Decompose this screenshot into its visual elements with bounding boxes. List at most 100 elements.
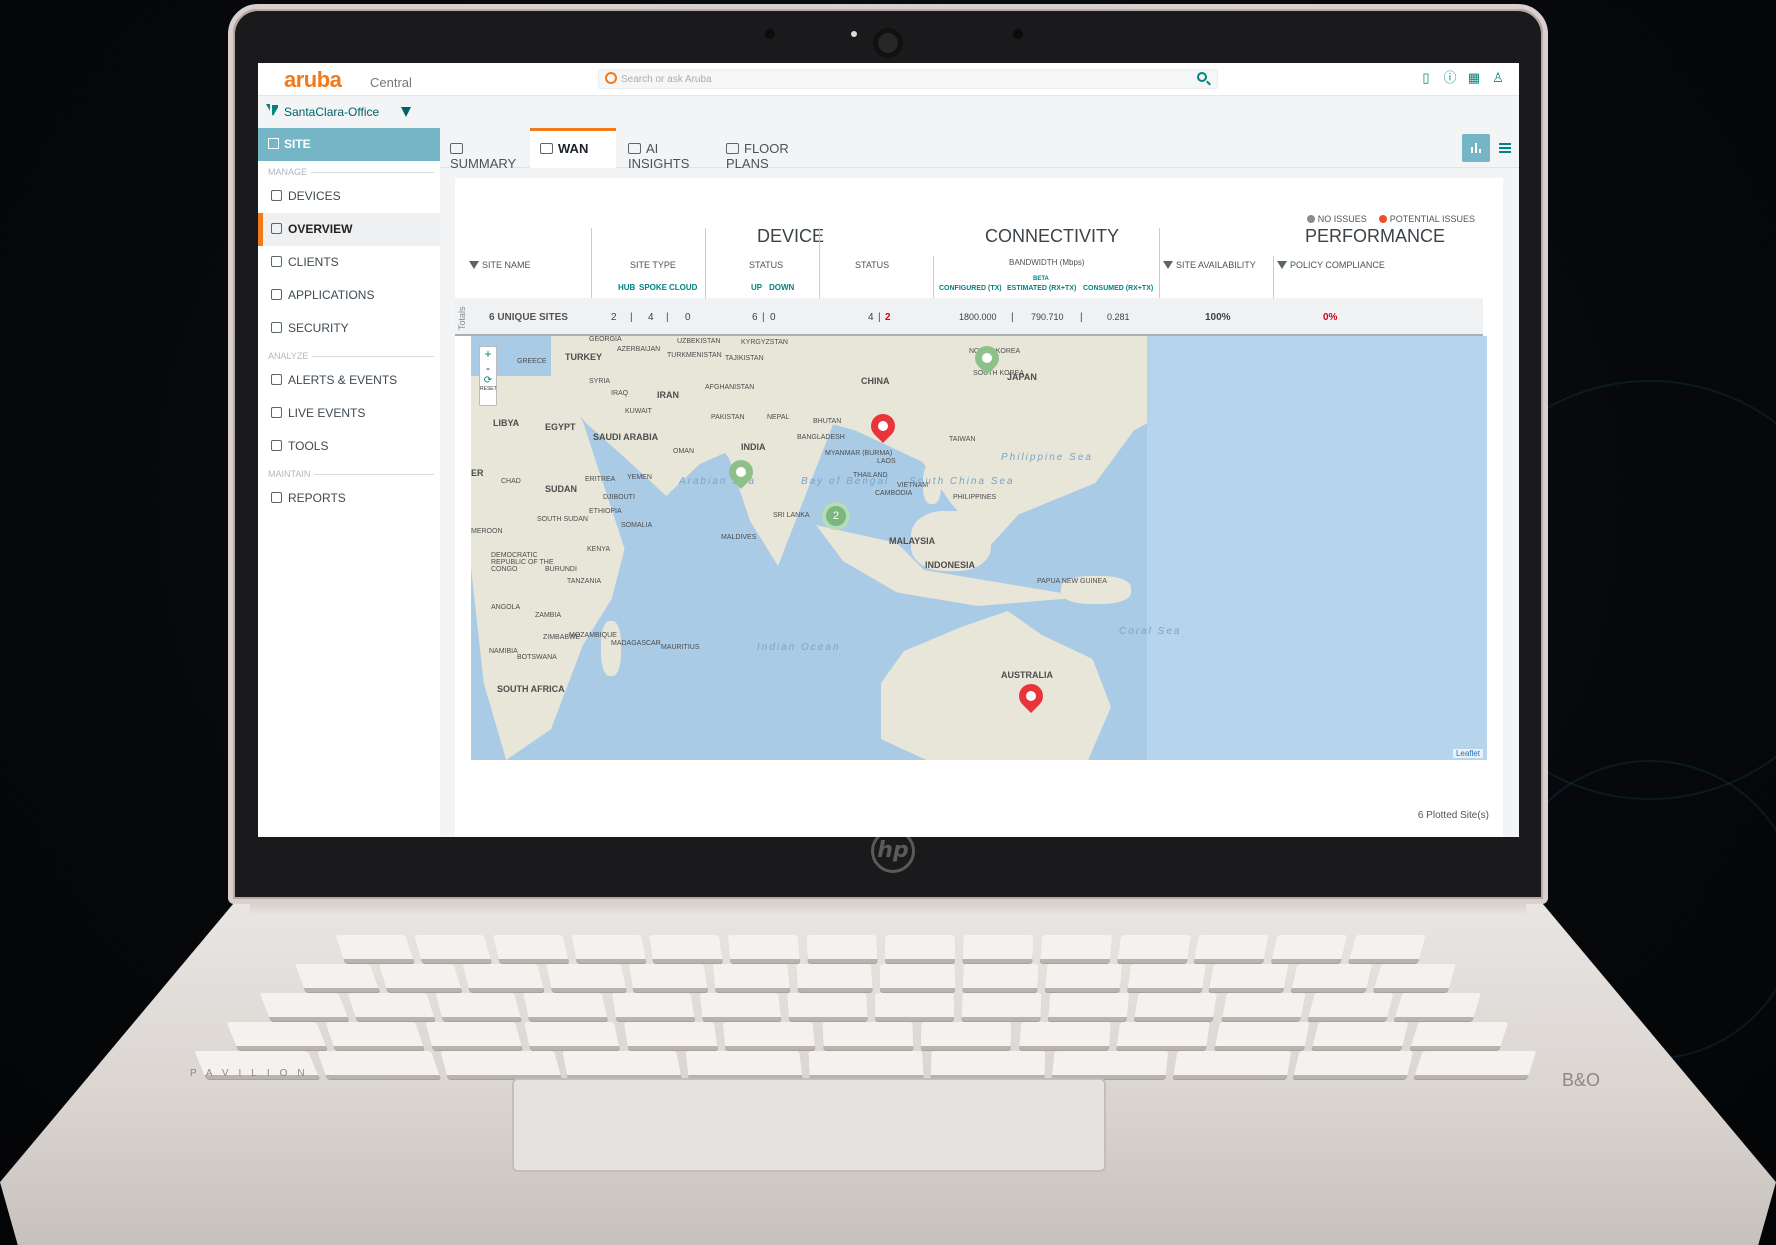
map-label-japan: JAPAN <box>1007 372 1037 382</box>
map-label-philippines: PHILIPPINES <box>953 494 997 501</box>
map-label-djibouti: DJIBOUTI <box>603 494 635 501</box>
filter-icon[interactable] <box>469 261 479 269</box>
search-input[interactable]: Search or ask Aruba <box>598 69 1218 89</box>
sidebar-item-live-events[interactable]: LIVE EVENTS <box>258 397 440 430</box>
site-map[interactable]: TURKEY GREECE GEORGIA AZERBAIJAN TURKMENISTA… <box>471 336 1487 760</box>
total-separator: | <box>1080 312 1083 323</box>
header-device-status[interactable]: STATUS <box>749 260 783 270</box>
map-label-mauritius: MAURITIUS <box>661 644 700 651</box>
app-screen: aruba Central Search or ask Aruba ▯ ⓘ ▦ … <box>258 63 1519 837</box>
chevron-down-icon[interactable] <box>401 107 411 117</box>
map-label-tajikistan: TAJIKISTAN <box>725 355 764 362</box>
sidebar-item-label: OVERVIEW <box>288 222 353 236</box>
tab-summary[interactable]: SUMMARY <box>440 128 528 171</box>
site-cluster-marker[interactable]: 2 <box>822 502 850 530</box>
map-label-uzbekistan: UZBEKISTAN <box>677 338 721 345</box>
header-site-availability[interactable]: SITE AVAILABILITY <box>1163 260 1256 270</box>
status-legend: NO ISSUES POTENTIAL ISSUES <box>1307 214 1475 224</box>
filter-icon[interactable] <box>1277 261 1287 269</box>
map-label-iran: IRAN <box>657 390 679 400</box>
total-conn-issue[interactable]: 2 <box>885 312 891 323</box>
filter-icon[interactable] <box>1163 261 1173 269</box>
map-label-azerbaijan: AZERBAIJAN <box>617 346 661 353</box>
map-label-libya: LIBYA <box>493 418 520 428</box>
total-hub[interactable]: 2 <box>611 312 617 323</box>
help-icon[interactable]: ⓘ <box>1443 71 1457 85</box>
sidebar-item-clients[interactable]: CLIENTS <box>258 246 440 279</box>
header-site-name[interactable]: SITE NAME <box>469 260 531 270</box>
map-label-myanmar: MYANMAR (BURMA) <box>825 450 893 457</box>
total-compliance[interactable]: 0% <box>1323 312 1337 323</box>
tab-wan[interactable]: WAN <box>530 128 616 168</box>
total-availability[interactable]: 100% <box>1205 312 1231 323</box>
total-spoke[interactable]: 4 <box>648 312 654 323</box>
map-label-kyrgyzstan: KYRGYZSTAN <box>741 339 788 346</box>
sidebar-item-tools[interactable]: TOOLS <box>258 430 440 463</box>
sidebar-item-label: LIVE EVENTS <box>288 406 366 420</box>
map-label-png: PAPUA NEW GUINEA <box>1037 578 1107 585</box>
apps-grid-icon[interactable]: ▦ <box>1467 71 1481 85</box>
sidebar-item-label: DEVICES <box>288 189 341 203</box>
map-label-south-africa: SOUTH AFRICA <box>497 684 565 694</box>
total-up[interactable]: 6 <box>752 312 758 323</box>
bell-icon <box>271 407 282 418</box>
reset-icon[interactable]: ⟳ <box>480 375 496 386</box>
total-down[interactable]: 0 <box>770 312 776 323</box>
map-attribution[interactable]: Leaflet <box>1452 749 1483 758</box>
zoom-in-button[interactable]: + <box>480 347 496 361</box>
map-label-south-china-sea: South China Sea <box>909 476 1015 487</box>
shield-icon <box>271 322 282 333</box>
total-sites[interactable]: 6 UNIQUE SITES <box>489 312 568 323</box>
total-separator: | <box>1011 312 1014 323</box>
sidebar-header-label: SITE <box>284 137 311 151</box>
list-view-button[interactable] <box>1491 134 1519 162</box>
total-separator: | <box>878 312 881 323</box>
tab-ai-insights[interactable]: AI INSIGHTS <box>618 128 714 171</box>
sidebar-item-reports[interactable]: REPORTS <box>258 482 440 515</box>
map-label-south-sudan: SOUTH SUDAN <box>537 516 588 523</box>
totals-label: Totals <box>457 306 467 330</box>
search-icon[interactable] <box>1197 72 1207 82</box>
sidebar-item-devices[interactable]: DEVICES <box>258 180 440 213</box>
filter-bar: SantaClara-Office <box>258 96 1519 128</box>
overview-icon <box>271 223 282 234</box>
map-label-egypt: EGYPT <box>545 422 576 432</box>
total-cloud[interactable]: 0 <box>685 312 691 323</box>
user-icon[interactable]: ♙ <box>1491 71 1505 85</box>
aruba-logo[interactable]: aruba <box>284 67 342 93</box>
header-policy-compliance[interactable]: POLICY COMPLIANCE <box>1277 260 1385 270</box>
zoom-out-button[interactable]: - <box>480 361 496 375</box>
tab-floor-plans[interactable]: FLOOR PLANS <box>716 128 820 171</box>
webcam-icon <box>873 28 903 58</box>
sidebar-item-security[interactable]: SECURITY <box>258 312 440 345</box>
model-label: PAVILION <box>190 1068 315 1079</box>
map-label-angola: ANGOLA <box>491 604 521 611</box>
group-performance: PERFORMANCE <box>1305 226 1446 246</box>
map-label-namibia: NAMIBIA <box>489 648 518 655</box>
map-label-madagascar: MADAGASCAR <box>611 640 661 647</box>
site-selector[interactable]: SantaClara-Office <box>284 105 379 119</box>
applications-icon <box>271 289 282 300</box>
chart-view-button[interactable] <box>1462 134 1490 162</box>
sidebar-item-label: APPLICATIONS <box>288 288 375 302</box>
map-label-indonesia: INDONESIA <box>925 560 976 570</box>
map-unloaded-area <box>1147 336 1487 760</box>
map-label-bhutan: BHUTAN <box>813 418 842 425</box>
header-connectivity-status[interactable]: STATUS <box>855 260 889 270</box>
header-bandwidth[interactable]: BANDWIDTH (Mbps) <box>1009 258 1085 267</box>
map-label-tanzania: TANZANIA <box>567 578 602 585</box>
sidebar-item-overview[interactable]: OVERVIEW <box>258 213 440 246</box>
total-separator: | <box>630 312 633 323</box>
sidebar-item-alerts-events[interactable]: ALERTS & EVENTS <box>258 364 440 397</box>
header-site-type[interactable]: SITE TYPE <box>630 260 676 270</box>
sidebar-item-applications[interactable]: APPLICATIONS <box>258 279 440 312</box>
map-label-botswana: BOTSWANA <box>517 654 557 661</box>
map-label-saudi: SAUDI ARABIA <box>593 432 659 442</box>
mobile-icon[interactable]: ▯ <box>1419 71 1433 85</box>
total-conn-ok[interactable]: 4 <box>868 312 874 323</box>
reset-label: RESET <box>480 386 497 392</box>
aruba-search-icon <box>605 72 617 84</box>
sidebar-section-analyze: ANALYZE <box>258 345 440 364</box>
gear-icon <box>271 492 282 503</box>
filter-icon[interactable] <box>266 103 280 119</box>
